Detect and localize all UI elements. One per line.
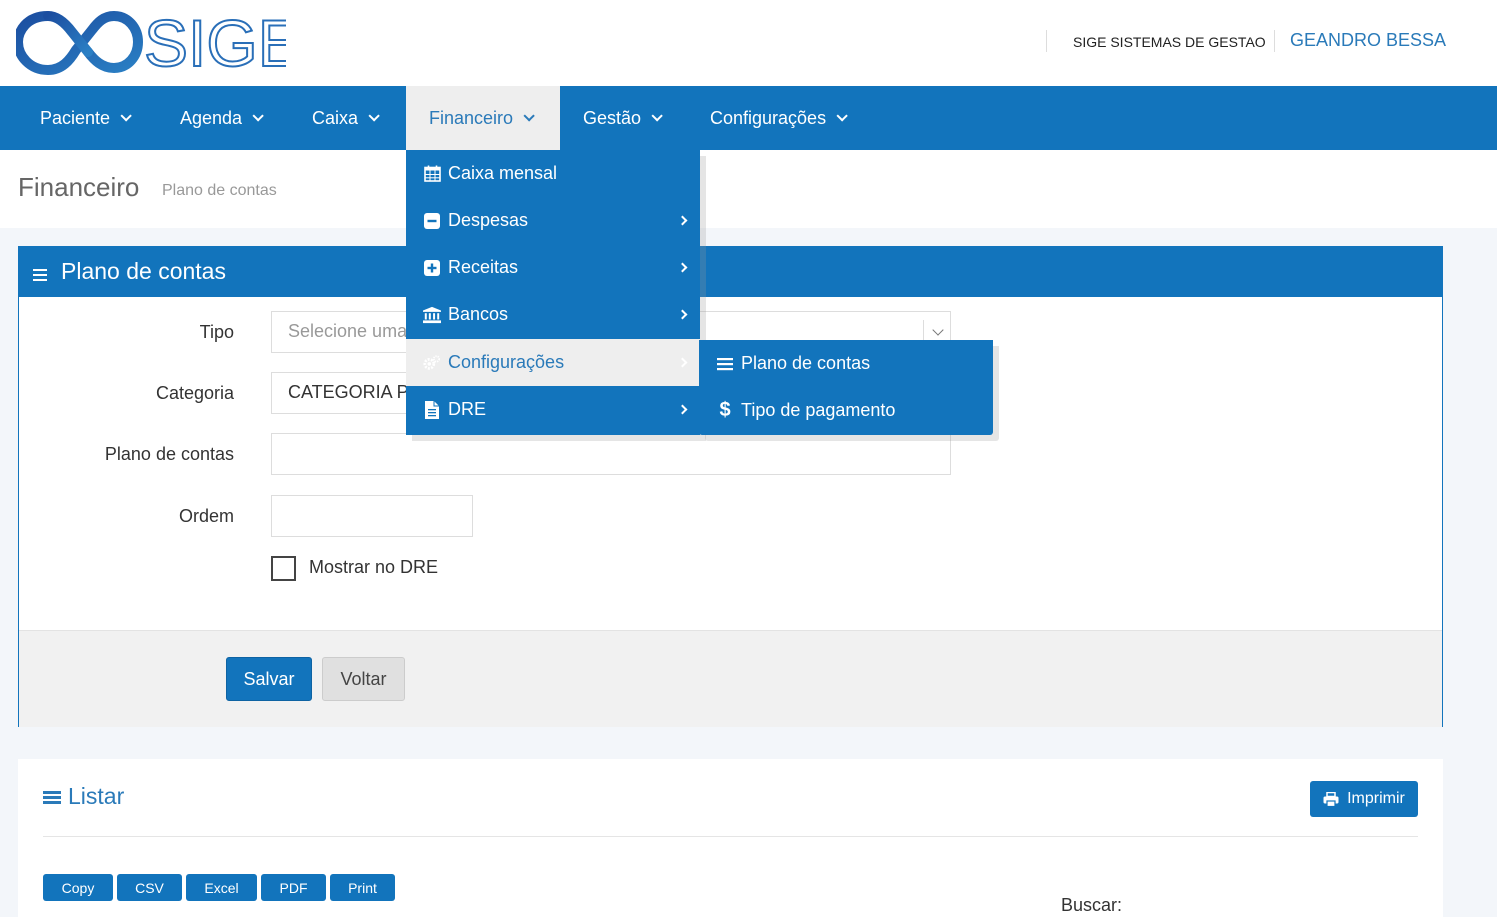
dollar-icon: $	[719, 399, 731, 421]
calendar-icon	[423, 165, 441, 183]
copy-button[interactable]: Copy	[43, 874, 113, 901]
chevron-down-icon	[836, 110, 848, 122]
submenu-item-label: Tipo de pagamento	[741, 400, 896, 420]
printer-icon	[1323, 791, 1339, 807]
page-subtitle: Plano de contas	[162, 182, 277, 199]
svg-text:SIGE: SIGE	[144, 8, 286, 76]
pdf-button[interactable]: PDF	[261, 874, 326, 901]
form-panel: Plano de contas Tipo Selecione uma Categ…	[18, 246, 1443, 727]
chevron-right-icon	[677, 215, 688, 226]
submenu-item-plano-de-contas[interactable]: Plano de contas	[699, 340, 993, 387]
menu-item-label: Receitas	[448, 257, 519, 277]
plano-input[interactable]	[271, 433, 951, 475]
dre-checkbox[interactable]	[271, 556, 296, 581]
print-export-button[interactable]: Print	[330, 874, 395, 901]
chevron-right-icon	[677, 404, 688, 415]
bars-icon	[716, 355, 734, 373]
sige-logo[interactable]: SIGE	[12, 5, 303, 81]
categoria-value: CATEGORIA P	[288, 382, 409, 402]
nav-financeiro[interactable]: Financeiro	[406, 86, 560, 150]
print-button[interactable]: Imprimir	[1310, 781, 1418, 817]
file-icon	[423, 400, 441, 419]
categoria-label: Categoria	[155, 383, 234, 403]
csv-button[interactable]: CSV	[117, 874, 182, 901]
nav-gestao[interactable]: Gestão	[560, 86, 682, 150]
menu-item-label: Caixa mensal	[448, 163, 558, 183]
menu-item-label: DRE	[448, 399, 487, 419]
company-name: SIGE SISTEMAS DE GESTAO	[1073, 34, 1266, 50]
bars-icon	[33, 269, 47, 284]
menu-item-dre[interactable]: DRE	[406, 386, 700, 433]
nav-agenda[interactable]: Agenda	[157, 86, 283, 150]
panel-title: Plano de contas	[61, 258, 226, 284]
header-divider	[1046, 30, 1047, 52]
menu-item-despesas[interactable]: Despesas	[406, 197, 700, 244]
excel-button[interactable]: Excel	[186, 874, 257, 901]
nav-label: Paciente	[40, 107, 111, 128]
back-button[interactable]: Voltar	[322, 657, 405, 701]
menu-item-configuracoes[interactable]: Configurações	[406, 339, 700, 386]
tipo-placeholder: Selecione uma	[288, 321, 408, 341]
menu-item-receitas[interactable]: Receitas	[406, 244, 700, 291]
list-divider	[43, 836, 1418, 837]
page-title: Financeiro	[18, 172, 140, 202]
bank-icon	[423, 306, 441, 324]
configuracoes-submenu: Plano de contas $ Tipo de pagamento	[699, 340, 993, 435]
header-divider	[1274, 30, 1275, 52]
menu-item-caixa-mensal[interactable]: Caixa mensal	[406, 150, 700, 197]
plus-square-icon	[423, 259, 441, 277]
chevron-right-icon	[677, 309, 688, 320]
list-title: Listar	[68, 783, 125, 809]
menu-item-label: Configurações	[448, 352, 565, 372]
chevron-down-icon	[651, 110, 663, 122]
chevron-right-icon	[677, 357, 688, 368]
chevron-down-icon	[523, 110, 535, 122]
nav-caixa[interactable]: Caixa	[289, 86, 399, 150]
minus-square-icon	[423, 212, 441, 230]
menu-item-bancos[interactable]: Bancos	[406, 291, 700, 338]
search-label: Buscar:	[1061, 895, 1123, 915]
list-panel: Listar Imprimir Copy CSV Excel PDF Print…	[18, 759, 1443, 917]
tipo-label: Tipo	[199, 322, 234, 342]
chevron-down-icon	[368, 110, 380, 122]
chevron-right-icon	[677, 262, 688, 273]
main-navbar: Paciente Agenda Caixa Financeiro Gestão …	[0, 86, 1497, 150]
menu-item-label: Bancos	[448, 304, 509, 324]
financeiro-dropdown: Caixa mensal Despesas Receitas Bancos Co…	[406, 150, 700, 435]
cogs-icon	[423, 354, 441, 372]
user-menu[interactable]: GEANDRO BESSA	[1290, 30, 1446, 51]
menu-item-label: Despesas	[448, 210, 529, 230]
nav-configuracoes[interactable]: Configurações	[687, 86, 867, 150]
nav-label: Gestão	[583, 107, 642, 128]
plano-label: Plano de contas	[104, 444, 234, 464]
nav-label: Caixa	[312, 107, 359, 128]
nav-label: Financeiro	[429, 107, 514, 128]
infinity-logo-icon: SIGE	[12, 5, 303, 81]
nav-paciente[interactable]: Paciente	[17, 86, 151, 150]
chevron-down-icon	[120, 110, 132, 122]
print-label: Imprimir	[1347, 790, 1405, 807]
nav-label: Agenda	[180, 107, 243, 128]
chevron-down-icon	[252, 110, 264, 122]
dre-checkbox-label[interactable]: Mostrar no DRE	[309, 557, 438, 578]
nav-label: Configurações	[710, 107, 827, 128]
panel-header: Plano de contas	[19, 247, 1442, 297]
ordem-input[interactable]	[271, 495, 473, 537]
top-header: SIGE SIGE SISTEMAS DE GESTAO GEANDRO BES…	[0, 0, 1497, 86]
save-button[interactable]: Salvar	[226, 657, 312, 701]
panel-footer: Salvar Voltar	[19, 630, 1442, 727]
submenu-item-label: Plano de contas	[741, 353, 871, 373]
submenu-item-tipo-de-pagamento[interactable]: $ Tipo de pagamento	[699, 387, 993, 434]
chevron-down-icon	[932, 324, 944, 336]
ordem-label: Ordem	[178, 506, 234, 526]
list-icon	[43, 791, 61, 806]
